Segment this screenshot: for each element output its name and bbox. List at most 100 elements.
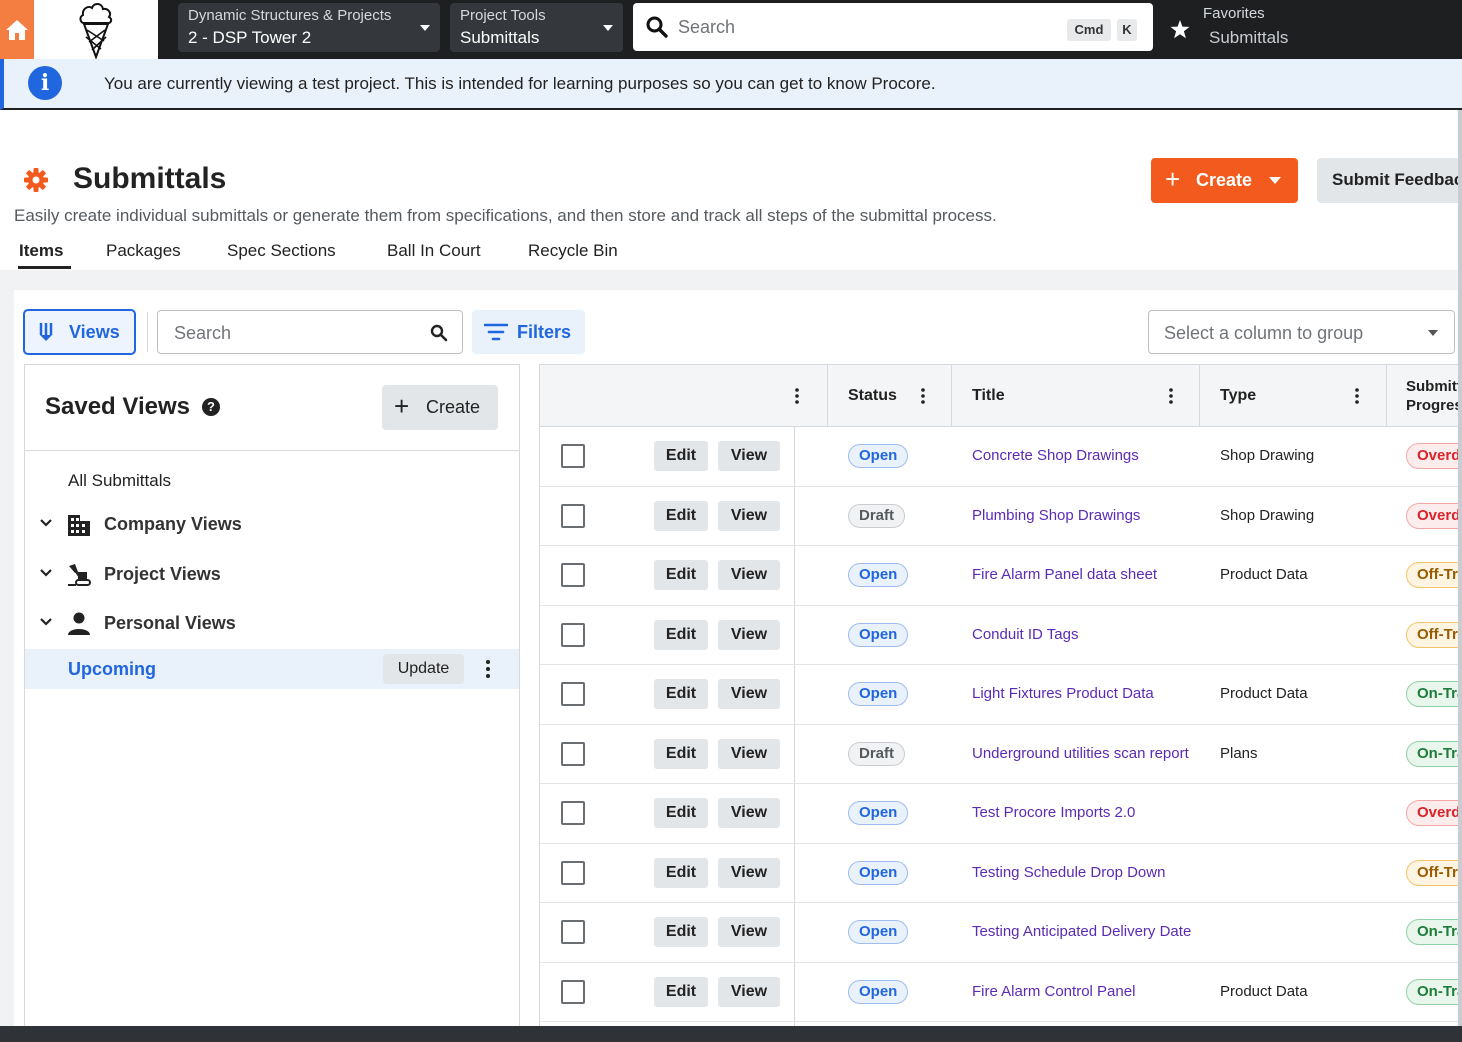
edit-button[interactable]: Edit [654, 619, 708, 650]
submittal-title-link[interactable]: Light Fixtures Product Data [972, 685, 1202, 702]
view-button[interactable]: View [718, 976, 780, 1007]
tab-packages[interactable]: Packages [106, 241, 181, 261]
submittal-title-link[interactable]: Fire Alarm Control Panel [972, 983, 1202, 1000]
table-row[interactable]: Edit View Open Fire Alarm Control Panel Prod… [540, 963, 1462, 1022]
column-header-title[interactable]: Title [952, 365, 1199, 427]
project-selector[interactable]: Dynamic Structures & Projects 2 - DSP To… [178, 3, 440, 52]
column-menu-icon[interactable] [1354, 388, 1360, 404]
view-button[interactable]: View [718, 560, 780, 590]
create-view-button[interactable]: + Create [382, 385, 498, 430]
tab-recycle-bin[interactable]: Recycle Bin [528, 241, 618, 261]
saved-view-upcoming[interactable]: Upcoming Update [25, 649, 519, 689]
column-header-progress[interactable]: Submittal Progress [1387, 365, 1462, 427]
company-name: Dynamic Structures & Projects [188, 7, 392, 24]
filters-button[interactable]: Filters [472, 310, 585, 354]
views-toggle-label: Views [69, 322, 120, 342]
edit-button[interactable]: Edit [654, 798, 708, 828]
row-select-checkbox[interactable] [561, 503, 585, 528]
table-row[interactable]: Edit View Open Light Fixtures Product Data P… [540, 665, 1462, 725]
edit-button[interactable]: Edit [654, 857, 708, 888]
submit-feedback-button[interactable]: Submit Feedback [1317, 158, 1462, 203]
more-options-icon[interactable] [485, 659, 491, 679]
table-row[interactable]: Edit View Open Test Procore Imports 2.0 Over… [540, 784, 1462, 844]
submittal-type: Shop Drawing [1220, 506, 1315, 524]
row-select-checkbox[interactable] [561, 622, 585, 647]
group-by-select[interactable]: Select a column to group [1148, 310, 1455, 354]
edit-button[interactable]: Edit [654, 976, 708, 1007]
column-header-type[interactable]: Type [1200, 365, 1386, 427]
submittal-title-link[interactable]: Test Procore Imports 2.0 [972, 804, 1202, 821]
page-subtitle: Easily create individual submittals or g… [14, 206, 997, 225]
chevron-down-icon [40, 618, 52, 626]
view-button[interactable]: View [718, 679, 780, 709]
filter-icon [484, 323, 508, 341]
column-menu-icon[interactable] [1168, 388, 1174, 404]
edit-button[interactable]: Edit [654, 679, 708, 709]
table-row[interactable]: Edit View Open Testing Anticipated Delivery… [540, 903, 1462, 963]
row-select-checkbox[interactable] [561, 741, 585, 766]
table-row[interactable]: Edit View Open Conduit ID Tags Off-Track [540, 606, 1462, 665]
view-button[interactable]: View [718, 441, 780, 471]
view-button[interactable]: View [718, 500, 780, 531]
submittal-title-link[interactable]: Underground utilities scan report [972, 745, 1202, 762]
row-select-checkbox[interactable] [561, 563, 585, 587]
submittal-title-link[interactable]: Testing Anticipated Delivery Date [972, 923, 1202, 940]
row-select-checkbox[interactable] [561, 979, 585, 1004]
tab-spec-sections[interactable]: Spec Sections [227, 241, 336, 261]
edit-button[interactable]: Edit [654, 500, 708, 531]
tool-selector[interactable]: Project Tools Submittals [450, 3, 623, 52]
create-button[interactable]: + Create [1151, 158, 1298, 203]
view-button[interactable]: View [718, 619, 780, 650]
table-row[interactable]: Edit View Open Testing Schedule Drop Down Of… [540, 844, 1462, 903]
view-button[interactable]: View [718, 857, 780, 888]
view-button[interactable]: View [718, 738, 780, 769]
view-group-project[interactable]: Project Views [36, 560, 506, 590]
edit-button[interactable]: Edit [654, 738, 708, 769]
active-tab-indicator [18, 266, 71, 269]
submittal-title-link[interactable]: Conduit ID Tags [972, 626, 1202, 643]
view-button[interactable]: View [718, 917, 780, 947]
table-row[interactable]: Edit View Draft Plumbing Shop Drawings Shop … [540, 487, 1462, 546]
view-group-company[interactable]: Company Views [36, 510, 506, 540]
submittal-title-link[interactable]: Concrete Shop Drawings [972, 447, 1202, 464]
tab-ball-in-court[interactable]: Ball In Court [387, 241, 481, 261]
column-menu-icon[interactable] [920, 388, 926, 404]
submittal-title-link[interactable]: Plumbing Shop Drawings [972, 507, 1202, 524]
edit-button[interactable]: Edit [654, 560, 708, 590]
view-all-submittals[interactable]: All Submittals [68, 471, 171, 491]
views-toggle-button[interactable]: Views [23, 309, 136, 355]
submittal-title-link[interactable]: Fire Alarm Panel data sheet [972, 566, 1202, 583]
progress-badge: Off-Track [1406, 562, 1462, 588]
row-select-checkbox[interactable] [561, 801, 585, 825]
row-select-checkbox[interactable] [561, 444, 585, 468]
page-scrollbar[interactable] [1458, 110, 1462, 1026]
tab-items[interactable]: Items [19, 241, 63, 261]
favorites-item[interactable]: Submittals [1209, 28, 1288, 48]
edit-button[interactable]: Edit [654, 917, 708, 947]
chevron-down-icon [1269, 177, 1281, 184]
view-button[interactable]: View [718, 798, 780, 828]
table-row[interactable]: Edit View Open Fire Alarm Panel data sheet P… [540, 546, 1462, 606]
view-group-personal[interactable]: Personal Views [36, 609, 506, 639]
edit-button[interactable]: Edit [654, 441, 708, 471]
excavator-icon [68, 564, 91, 586]
table-row[interactable]: Edit View Open Concrete Shop Drawings Shop D… [540, 427, 1462, 487]
submittal-type: Product Data [1220, 566, 1308, 583]
row-select-checkbox[interactable] [561, 860, 585, 885]
row-select-checkbox[interactable] [561, 920, 585, 944]
column-menu-icon[interactable] [794, 388, 800, 404]
global-search-input[interactable]: Search Cmd K [633, 3, 1153, 51]
help-icon[interactable]: ? [202, 398, 220, 416]
page-title: Submittals [73, 162, 227, 195]
progress-badge: Off-Track [1406, 621, 1462, 648]
table-search-input[interactable]: Search [157, 310, 463, 354]
submittal-title-link[interactable]: Testing Schedule Drop Down [972, 864, 1202, 881]
tool-selector-label: Project Tools [460, 7, 546, 24]
table-row[interactable]: Edit View Draft Underground utilities scan … [540, 725, 1462, 784]
column-header-status[interactable]: Status [828, 365, 951, 427]
row-select-checkbox[interactable] [561, 682, 585, 706]
favorites-menu[interactable]: Favorites Submittals [1165, 0, 1462, 59]
home-button[interactable] [0, 0, 34, 59]
update-view-button[interactable]: Update [383, 654, 464, 684]
shortcut-cmd: Cmd [1067, 19, 1111, 41]
